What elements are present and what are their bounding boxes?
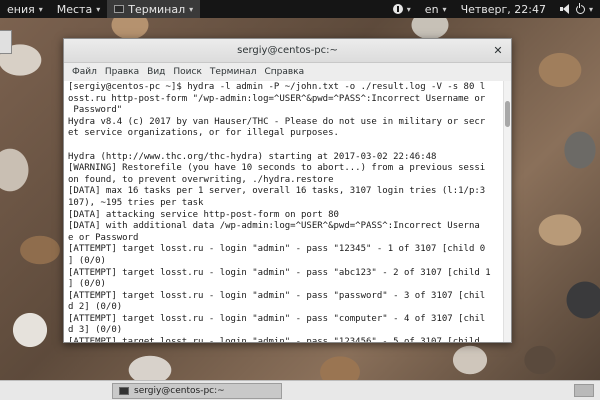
chevron-down-icon: ▾ xyxy=(442,4,447,14)
system-menu[interactable]: ▾ xyxy=(553,2,600,14)
terminal-line: [ATTEMPT] target losst.ru - login "admin… xyxy=(68,313,486,324)
active-app-label: Терминал xyxy=(128,2,186,16)
terminal-line: [ATTEMPT] target losst.ru - login "admin… xyxy=(68,267,491,278)
menu-bar: Файл Правка Вид Поиск Терминал Справка xyxy=(64,63,511,82)
terminal-line: [ATTEMPT] target losst.ru - login "admin… xyxy=(68,290,486,301)
menu-edit[interactable]: Правка xyxy=(101,67,143,77)
clock-label: Четверг, 22:47 xyxy=(460,2,546,16)
keyboard-layout-menu[interactable]: en ▾ xyxy=(418,3,454,16)
close-button[interactable]: ✕ xyxy=(491,43,505,57)
scrollbar[interactable] xyxy=(503,81,511,342)
power-icon xyxy=(575,2,585,14)
desktop-file-icon[interactable] xyxy=(0,30,12,54)
menu-file[interactable]: Файл xyxy=(68,67,101,77)
terminal-line: on found, to prevent overwriting, ./hydr… xyxy=(68,174,334,185)
chevron-down-icon: ▾ xyxy=(189,4,194,14)
accessibility-menu[interactable]: ▾ xyxy=(386,4,418,14)
terminal-line: Password" xyxy=(68,105,123,116)
terminal-icon xyxy=(114,5,125,13)
taskbar-item-terminal[interactable]: sergiy@centos-pc:~ xyxy=(112,383,282,399)
active-app-menu[interactable]: Терминал ▾ xyxy=(107,0,201,18)
places-menu[interactable]: Места ▾ xyxy=(50,3,107,16)
workspace-switcher[interactable] xyxy=(574,384,594,397)
terminal-line: Hydra v8.4 (c) 2017 by van Hauser/THC - … xyxy=(68,116,486,127)
terminal-line: [ATTEMPT] target losst.ru - login "admin… xyxy=(68,337,480,342)
terminal-line: [DATA] with additional data /wp-admin:lo… xyxy=(68,221,480,232)
scrollbar-thumb[interactable] xyxy=(505,101,510,127)
applications-label: ения xyxy=(7,2,35,16)
menu-view[interactable]: Вид xyxy=(143,67,169,77)
terminal-line: Hydra (http://www.thc.org/thc-hydra) sta… xyxy=(68,151,437,162)
terminal-line: 107), ~195 tries per task xyxy=(68,197,204,208)
terminal-output[interactable]: [sergiy@centos-pc ~]$ hydra -l admin -P … xyxy=(64,81,503,342)
terminal-line: e or Password xyxy=(68,232,139,243)
terminal-window: sergiy@centos-pc:~ ✕ Файл Правка Вид Пои… xyxy=(63,38,512,343)
window-title-bar[interactable]: sergiy@centos-pc:~ ✕ xyxy=(64,39,511,63)
keyboard-layout-label: en xyxy=(424,2,439,16)
chevron-down-icon: ▾ xyxy=(406,4,411,14)
applications-menu[interactable]: ения ▾ xyxy=(0,3,50,16)
volume-icon xyxy=(559,4,572,14)
menu-help[interactable]: Справка xyxy=(260,67,308,77)
window-title: sergiy@centos-pc:~ xyxy=(237,45,338,56)
top-panel: ения ▾ Места ▾ Терминал ▾ ▾ en ▾ Четверг… xyxy=(0,0,600,18)
chevron-down-icon: ▾ xyxy=(588,4,593,14)
clock[interactable]: Четверг, 22:47 xyxy=(454,3,553,16)
terminal-line: d 2] (0/0) xyxy=(68,302,123,313)
terminal-line: ] (0/0) xyxy=(68,255,106,266)
menu-terminal[interactable]: Терминал xyxy=(206,67,261,77)
terminal-line: et service organizations, or for illegal… xyxy=(68,128,339,139)
terminal-line: [ATTEMPT] target losst.ru - login "admin… xyxy=(68,244,486,255)
terminal-line: [WARNING] Restorefile (you have 10 secon… xyxy=(68,163,486,174)
terminal-line: [DATA] max 16 tasks per 1 server, overal… xyxy=(68,186,486,197)
terminal-text: [sergiy@centos-pc ~]$ hydra -l admin -P … xyxy=(64,81,503,342)
chevron-down-icon: ▾ xyxy=(96,4,101,14)
terminal-line: d 3] (0/0) xyxy=(68,325,123,336)
terminal-line: osst.ru http-post-form "/wp-admin:log=^U… xyxy=(68,93,486,104)
terminal-line: [DATA] attacking service http-post-form … xyxy=(68,209,339,220)
accessibility-icon xyxy=(392,4,403,14)
terminal-icon xyxy=(119,387,129,395)
taskbar-item-label: sergiy@centos-pc:~ xyxy=(134,386,225,396)
terminal-line: [sergiy@centos-pc ~]$ hydra -l admin -P … xyxy=(68,82,486,92)
bottom-taskbar: sergiy@centos-pc:~ xyxy=(0,380,600,400)
chevron-down-icon: ▾ xyxy=(38,4,43,14)
menu-search[interactable]: Поиск xyxy=(169,67,206,77)
terminal-line: ] (0/0) xyxy=(68,279,106,290)
places-label: Места xyxy=(56,2,93,16)
